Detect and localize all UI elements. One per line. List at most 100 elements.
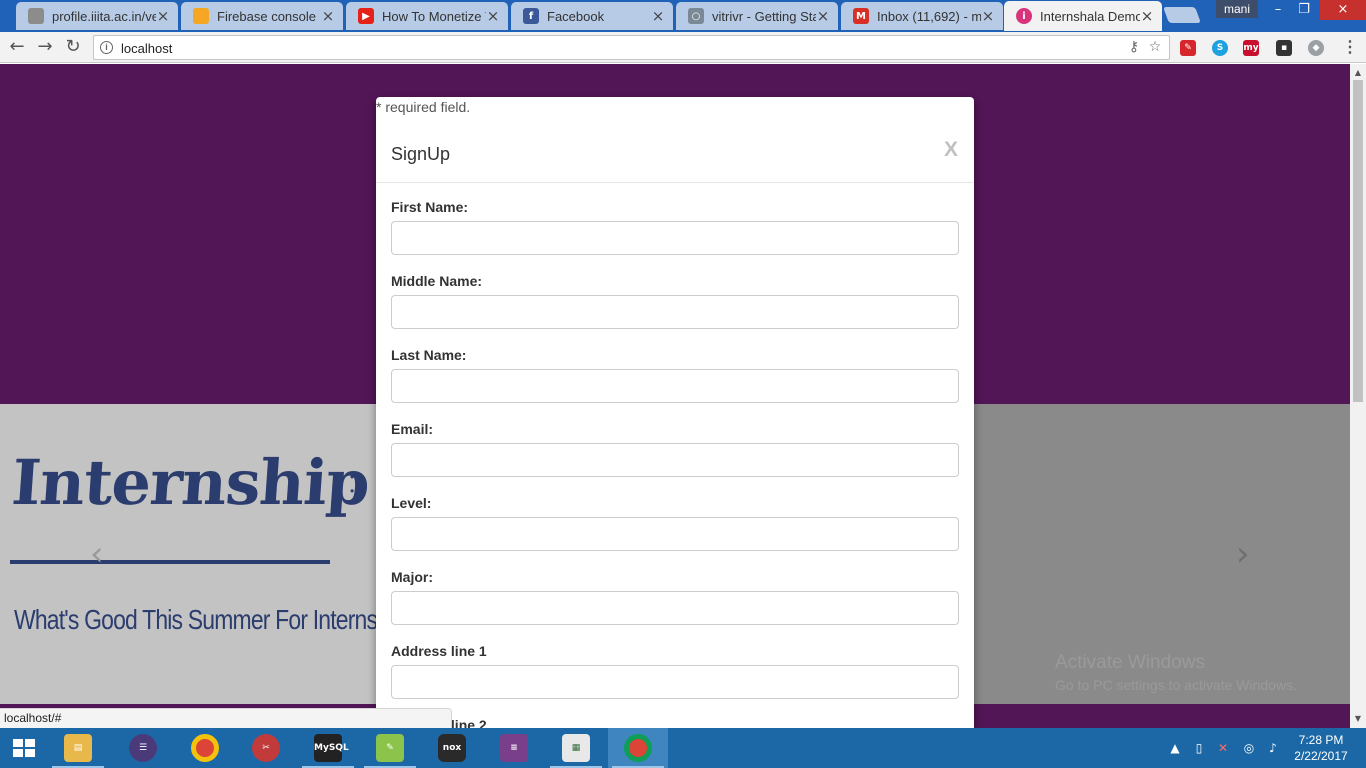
tab-label: Inbox (11,692) - ma <box>877 8 981 24</box>
modal-header: SignUp X <box>376 125 974 183</box>
scroll-up-icon[interactable]: ▲ <box>1350 66 1366 80</box>
middle-name-input[interactable] <box>391 295 959 329</box>
email-label: Email: <box>391 421 434 437</box>
taskbar-clock[interactable]: 7:28 PM 2/22/2017 <box>1290 732 1352 764</box>
tab-close-icon[interactable]: × <box>651 9 665 24</box>
tab-label: Internshala Demo <box>1040 8 1140 24</box>
taskbar-notepad-plus-plus[interactable]: ✎ <box>360 728 420 768</box>
modal-close-button[interactable]: X <box>944 138 958 162</box>
nox-icon: nox <box>438 734 466 762</box>
tab-internshala-demo[interactable]: i Internshala Demo × <box>1004 1 1162 31</box>
scroll-down-icon[interactable]: ▼ <box>1350 712 1366 726</box>
tab-close-icon[interactable]: × <box>321 9 335 24</box>
middle-name-field: Middle Name: <box>391 273 959 329</box>
tab-close-icon[interactable]: × <box>1140 9 1154 24</box>
tab-gmail-inbox[interactable]: M Inbox (11,692) - ma × <box>841 2 1003 30</box>
required-field-note: * required field. <box>376 99 471 115</box>
browser-tab-strip: profile.iiita.ac.in/ver × Firebase conso… <box>0 0 1366 32</box>
tab-vitrivr[interactable]: ○ vitrivr - Getting Star × <box>676 2 838 30</box>
page-scrollbar[interactable]: ▲ ▼ <box>1350 64 1366 728</box>
taskbar-document-viewer[interactable]: ▦ <box>546 728 606 768</box>
internshala-icon: i <box>1016 8 1032 24</box>
first-name-label: First Name: <box>391 199 469 215</box>
winrar-icon: ≡ <box>500 734 528 762</box>
info-icon[interactable]: i <box>100 41 113 54</box>
major-input[interactable] <box>391 591 959 625</box>
taskbar-nox[interactable]: nox <box>422 728 482 768</box>
forward-arrow-icon[interactable]: → <box>34 36 56 58</box>
taskbar-mysql[interactable]: MySQL <box>298 728 358 768</box>
profile-button[interactable]: mani <box>1216 0 1258 18</box>
extension-puzzle-icon[interactable]: ◆ <box>1308 40 1324 56</box>
gmail-icon: M <box>853 8 869 24</box>
taskbar-winrar[interactable]: ≡ <box>484 728 544 768</box>
url-text: localhost <box>121 41 173 56</box>
address-line-2-label: Address line 2 <box>391 717 487 728</box>
taskbar-snipping-tool[interactable]: ✂ <box>236 728 296 768</box>
tray-network-error-icon[interactable]: ✕ <box>1214 740 1232 756</box>
chrome-icon <box>191 734 219 762</box>
start-button[interactable] <box>0 728 48 768</box>
youtube-icon: ▶ <box>358 8 374 24</box>
minimize-icon[interactable]: – <box>1264 0 1292 20</box>
tab-profile-iiita[interactable]: profile.iiita.ac.in/ver × <box>16 2 178 30</box>
tab-close-icon[interactable]: × <box>156 9 170 24</box>
windows-taskbar: ▤ ☰ ✂ MySQL ✎ nox ≡ ▦ ▲ ▯ ✕ ◎ ♪ 7:28 PM … <box>0 728 1366 768</box>
tab-close-icon[interactable]: × <box>816 9 830 24</box>
first-name-input[interactable] <box>391 221 959 255</box>
windows-logo-icon <box>13 739 35 757</box>
middle-name-label: Middle Name: <box>391 273 483 289</box>
eclipse-icon: ☰ <box>129 734 157 762</box>
taskbar-chrome[interactable] <box>175 728 235 768</box>
taskbar-eclipse[interactable]: ☰ <box>113 728 173 768</box>
extension-notifier-icon[interactable]: ▪ <box>1276 40 1292 56</box>
tray-device-icon[interactable]: ▯ <box>1190 740 1208 756</box>
tab-facebook[interactable]: f Facebook × <box>511 2 673 30</box>
tab-label: How To Monetize Y <box>382 8 486 24</box>
level-input[interactable] <box>391 517 959 551</box>
slide-title: Internship <box>9 446 372 519</box>
chrome-menu-icon[interactable]: ⋮ <box>1342 38 1358 58</box>
browser-toolbar: ← → ↻ i localhost ⚷ ☆ <box>0 32 1366 63</box>
new-tab-button[interactable] <box>1163 7 1201 23</box>
email-field: Email: <box>391 421 959 477</box>
extension-skype-icon[interactable]: S <box>1212 40 1228 56</box>
back-arrow-icon[interactable]: ← <box>6 36 28 58</box>
key-icon[interactable]: ⚷ <box>1126 39 1142 55</box>
clock-date: 2/22/2017 <box>1294 749 1348 763</box>
slide-underline <box>10 560 330 564</box>
tray-expand-icon[interactable]: ▲ <box>1168 740 1182 756</box>
restore-icon[interactable]: ❐ <box>1290 0 1318 20</box>
tray-wifi-icon[interactable]: ◎ <box>1240 740 1258 756</box>
status-url-bubble: localhost/# <box>0 708 452 728</box>
tab-close-icon[interactable]: × <box>981 9 995 24</box>
taskbar-file-explorer[interactable]: ▤ <box>48 728 108 768</box>
tab-firebase-console[interactable]: Firebase console × <box>181 2 343 30</box>
close-window-icon[interactable]: × <box>1320 0 1366 20</box>
document-viewer-icon: ▦ <box>562 734 590 762</box>
tray-volume-icon[interactable]: ♪ <box>1264 740 1282 756</box>
carousel-next-icon[interactable]: › <box>1236 534 1250 574</box>
modal-title: SignUp <box>391 144 451 164</box>
scissors-icon: ✂ <box>252 734 280 762</box>
major-label: Major: <box>391 569 433 585</box>
address-line-1-input[interactable] <box>391 665 959 699</box>
extension-my-icon[interactable]: my <box>1243 40 1259 56</box>
address-line-1-field: Address line 1 <box>391 643 959 699</box>
tab-youtube[interactable]: ▶ How To Monetize Y × <box>346 2 508 30</box>
document-icon <box>28 8 44 24</box>
scrollbar-thumb[interactable] <box>1353 80 1363 402</box>
address-bar[interactable]: i localhost ⚷ ☆ <box>93 35 1170 60</box>
email-input[interactable] <box>391 443 959 477</box>
extension-acrobat-icon[interactable]: ✎ <box>1180 40 1196 56</box>
carousel-prev-icon[interactable]: ‹ <box>90 534 104 574</box>
bookmark-star-icon[interactable]: ☆ <box>1147 39 1163 55</box>
taskbar-chrome-active[interactable] <box>608 728 668 768</box>
mysql-icon: MySQL <box>314 734 349 762</box>
last-name-input[interactable] <box>391 369 959 403</box>
major-field: Major: <box>391 569 959 625</box>
tab-close-icon[interactable]: × <box>486 9 500 24</box>
reload-icon[interactable]: ↻ <box>62 36 84 58</box>
level-field: Level: <box>391 495 959 551</box>
address-line-2-field: Address line 2 <box>391 717 959 728</box>
